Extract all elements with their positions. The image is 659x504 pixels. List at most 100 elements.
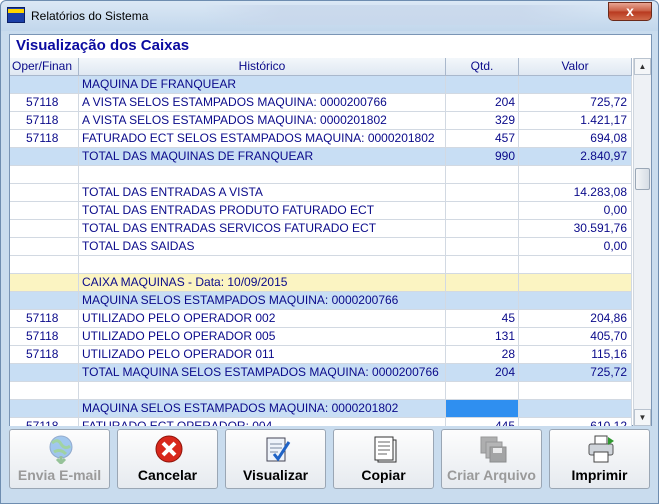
table-cell-code[interactable]: 57118 [10,310,79,328]
print-button[interactable]: Imprimir [549,429,650,489]
table-cell-qtd[interactable] [446,382,519,400]
table-cell-qtd[interactable]: 131 [446,328,519,346]
table-cell-hist[interactable]: UTILIZADO PELO OPERADOR 011 [79,346,446,364]
table-cell-hist[interactable]: TOTAL DAS MAQUINAS DE FRANQUEAR [79,148,446,166]
table-cell-code[interactable]: 57118 [10,112,79,130]
table-cell-hist[interactable]: FATURADO ECT SELOS ESTAMPADOS MAQUINA: 0… [79,130,446,148]
table-cell-code[interactable] [10,220,79,238]
table-cell-code[interactable] [10,256,79,274]
table-cell-qtd[interactable] [446,220,519,238]
table-cell-code[interactable]: 57118 [10,346,79,364]
table-cell-valor[interactable] [519,166,632,184]
table-cell-hist[interactable]: UTILIZADO PELO OPERADOR 005 [79,328,446,346]
table-cell-code[interactable]: 57118 [10,94,79,112]
table-cell-valor[interactable] [519,76,632,94]
table-cell-code[interactable] [10,184,79,202]
table-row[interactable]: 57118 FATURADO ECT OPERADOR: 004 445 610,12 [10,418,632,426]
cancel-button[interactable]: Cancelar [117,429,218,489]
table-cell-valor[interactable]: 405,70 [519,328,632,346]
table-cell-hist[interactable]: FATURADO ECT OPERADOR: 004 [79,418,446,426]
table-cell-valor[interactable]: 115,16 [519,346,632,364]
table-cell-code[interactable] [10,238,79,256]
table-row[interactable]: 57118 UTILIZADO PELO OPERADOR 002 45 204,86 [10,310,632,328]
send-email-button[interactable]: Envia E-mail [9,429,110,489]
table-cell-qtd[interactable]: 445 [446,418,519,426]
col-header-oper[interactable]: Oper/Finan [10,58,79,76]
col-header-valor[interactable]: Valor [519,58,632,76]
table-cell-hist[interactable]: MAQUINA DE FRANQUEAR [79,76,446,94]
table-cell-hist[interactable]: TOTAL DAS ENTRADAS A VISTA [79,184,446,202]
table-cell-hist[interactable]: TOTAL DAS ENTRADAS SERVICOS FATURADO ECT [79,220,446,238]
scroll-up-icon[interactable]: ▲ [634,58,651,75]
view-button[interactable]: Visualizar [225,429,326,489]
table-cell-code[interactable] [10,364,79,382]
title-bar[interactable]: Relatórios do Sistema x [1,1,658,31]
table-cell-valor[interactable]: 14.283,08 [519,184,632,202]
col-header-qtd[interactable]: Qtd. [446,58,519,76]
table-row[interactable]: 57118 UTILIZADO PELO OPERADOR 005 131 405,7… [10,328,632,346]
table-cell-code[interactable] [10,166,79,184]
table-cell-hist[interactable]: UTILIZADO PELO OPERADOR 002 [79,310,446,328]
table-cell-qtd[interactable] [446,400,519,418]
table-cell-qtd[interactable] [446,166,519,184]
table-row[interactable]: MAQUINA SELOS ESTAMPADOS MAQUINA: 000020… [10,400,632,418]
table-cell-qtd[interactable]: 457 [446,130,519,148]
table-row[interactable]: TOTAL DAS ENTRADAS SERVICOS FATURADO ECT… [10,220,632,238]
table-cell-hist[interactable] [79,382,446,400]
table-cell-hist[interactable]: A VISTA SELOS ESTAMPADOS MAQUINA: 000020… [79,112,446,130]
table-cell-code[interactable]: 57118 [10,418,79,426]
copy-button[interactable]: Copiar [333,429,434,489]
table-row[interactable]: MAQUINA SELOS ESTAMPADOS MAQUINA: 000020… [10,292,632,310]
table-cell-valor[interactable] [519,400,632,418]
table-cell-valor[interactable]: 30.591,76 [519,220,632,238]
table-cell-valor[interactable]: 725,72 [519,94,632,112]
table-row[interactable]: TOTAL DAS ENTRADAS A VISTA 14.283,08 [10,184,632,202]
table-cell-qtd[interactable] [446,202,519,220]
table-cell-code[interactable] [10,292,79,310]
table-row[interactable] [10,382,632,400]
table-cell-hist[interactable] [79,166,446,184]
table-cell-hist[interactable]: CAIXA MAQUINAS - Data: 10/09/2015 [79,274,446,292]
table-cell-qtd[interactable]: 329 [446,112,519,130]
scroll-down-icon[interactable]: ▼ [634,409,651,426]
table-cell-qtd[interactable]: 28 [446,346,519,364]
table-cell-qtd[interactable] [446,256,519,274]
table-cell-valor[interactable] [519,274,632,292]
table-row[interactable]: TOTAL MAQUINA SELOS ESTAMPADOS MAQUINA: … [10,364,632,382]
table-cell-qtd[interactable] [446,184,519,202]
table-cell-code[interactable]: 57118 [10,328,79,346]
table-cell-code[interactable] [10,274,79,292]
table-cell-hist[interactable]: A VISTA SELOS ESTAMPADOS MAQUINA: 000020… [79,94,446,112]
table-cell-qtd[interactable] [446,292,519,310]
table-row[interactable] [10,166,632,184]
table-row[interactable] [10,256,632,274]
table-cell-valor[interactable] [519,256,632,274]
table-cell-code[interactable] [10,382,79,400]
table-cell-qtd[interactable] [446,76,519,94]
table-cell-hist[interactable]: TOTAL DAS ENTRADAS PRODUTO FATURADO ECT [79,202,446,220]
table-cell-hist[interactable]: TOTAL MAQUINA SELOS ESTAMPADOS MAQUINA: … [79,364,446,382]
table-cell-valor[interactable]: 694,08 [519,130,632,148]
close-window-button[interactable]: x [608,2,652,21]
table-cell-valor[interactable]: 725,72 [519,364,632,382]
table-cell-valor[interactable]: 610,12 [519,418,632,426]
table-cell-valor[interactable]: 1.421,17 [519,112,632,130]
table-cell-code[interactable] [10,400,79,418]
table-cell-qtd[interactable] [446,274,519,292]
vertical-scrollbar[interactable]: ▲ ▼ [633,58,651,426]
table-row[interactable]: TOTAL DAS SAIDAS 0,00 [10,238,632,256]
table-cell-hist[interactable]: MAQUINA SELOS ESTAMPADOS MAQUINA: 000020… [79,292,446,310]
table-cell-valor[interactable] [519,382,632,400]
table-row[interactable]: TOTAL DAS ENTRADAS PRODUTO FATURADO ECT 0… [10,202,632,220]
table-row[interactable]: 57118 UTILIZADO PELO OPERADOR 011 28 115,16 [10,346,632,364]
table-row[interactable]: 57118 FATURADO ECT SELOS ESTAMPADOS MAQUI… [10,130,632,148]
report-grid[interactable]: Oper/Finan Histórico Qtd. Valor MAQUINA … [10,58,632,426]
table-cell-valor[interactable]: 204,86 [519,310,632,328]
table-cell-code[interactable] [10,202,79,220]
table-row[interactable]: 57118 A VISTA SELOS ESTAMPADOS MAQUINA: 0… [10,112,632,130]
table-cell-hist[interactable]: TOTAL DAS SAIDAS [79,238,446,256]
table-cell-qtd[interactable]: 990 [446,148,519,166]
table-cell-qtd[interactable]: 45 [446,310,519,328]
table-cell-code[interactable] [10,148,79,166]
table-cell-code[interactable] [10,76,79,94]
